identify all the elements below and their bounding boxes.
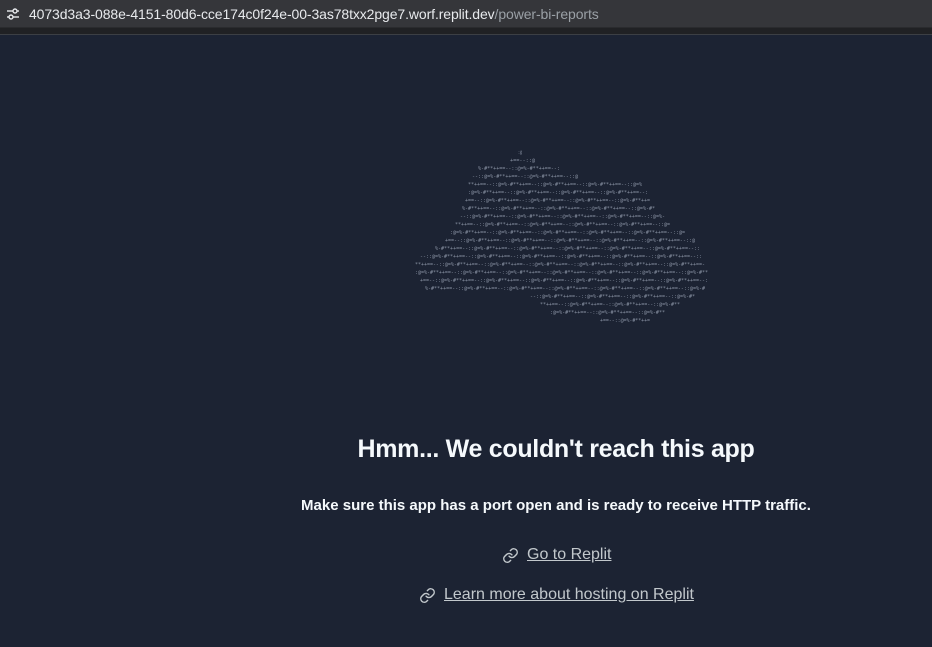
svg-text:%-#**++==--::@=%-#**++==--::@=: %-#**++==--::@=%-#**++==--::@=%-#**++==-… [425, 286, 705, 292]
svg-text::@=%-#**++==--::@=%-#**++==--:: :@=%-#**++==--::@=%-#**++==--::@=%-#**++… [415, 270, 708, 276]
learn-more-hosting-label: Learn more about hosting on Replit [444, 586, 694, 603]
svg-text:+==--::@=%-#**++==--::@=%-#**+: +==--::@=%-#**++==--::@=%-#**++==--::@=%… [420, 278, 708, 284]
go-to-replit-label: Go to Replit [527, 546, 612, 563]
tune-icon[interactable] [2, 3, 24, 25]
link-icon [502, 547, 519, 564]
svg-text:+==--::@=%-#**++=: +==--::@=%-#**++= [600, 318, 650, 324]
go-to-replit-link[interactable]: Go to Replit [502, 546, 611, 564]
svg-text::@=%-#**++==--::@=%-#**++==--:: :@=%-#**++==--::@=%-#**++==--::@=%-#**++… [468, 190, 648, 196]
learn-more-hosting-link[interactable]: Learn more about hosting on Replit [419, 586, 694, 604]
svg-text:**++==--::@=%-#**++==--::@=%-#: **++==--::@=%-#**++==--::@=%-#**++==--::… [415, 262, 705, 268]
ascii-cloud-icon: :@+==--::@%-#**++==--::@=%-#**++==--:--:… [415, 150, 708, 324]
svg-text:+==--::@: +==--::@ [510, 158, 535, 164]
svg-text:**++==--::@=%-#**++==--::@=%-#: **++==--::@=%-#**++==--::@=%-#**++==--::… [540, 302, 680, 308]
svg-text::@: :@ [518, 150, 522, 156]
svg-text:**++==--::@=%-#**++==--::@=%-#: **++==--::@=%-#**++==--::@=%-#**++==--::… [468, 182, 642, 188]
address-bar[interactable]: 4073d3a3-088e-4151-80d6-cce174c0f24e-00-… [0, 0, 932, 28]
svg-text:%-#**++==--::@=%-#**++==--:: %-#**++==--::@=%-#**++==--: [478, 166, 560, 172]
error-heading: Hmm... We couldn't reach this app [357, 435, 755, 463]
svg-text:--::@=%-#**++==--::@=%-#**++==: --::@=%-#**++==--::@=%-#**++==--::@=%-#*… [460, 214, 665, 220]
svg-text:--::@=%-#**++==--::@=%-#**++==: --::@=%-#**++==--::@=%-#**++==--::@=%-#*… [530, 294, 695, 300]
svg-text:+==--::@=%-#**++==--::@=%-#**+: +==--::@=%-#**++==--::@=%-#**++==--::@=%… [465, 198, 650, 204]
svg-text::@=%-#**++==--::@=%-#**++==--:: :@=%-#**++==--::@=%-#**++==--::@=%-#** [550, 310, 665, 316]
url-text[interactable]: 4073d3a3-088e-4151-80d6-cce174c0f24e-00-… [29, 6, 599, 22]
error-message: Make sure this app has a port open and i… [301, 497, 811, 514]
link-icon [419, 587, 436, 604]
url-host: 4073d3a3-088e-4151-80d6-cce174c0f24e-00-… [29, 5, 495, 22]
svg-text:**++==--::@=%-#**++==--::@=%-#: **++==--::@=%-#**++==--::@=%-#**++==--::… [455, 222, 670, 228]
svg-text:+==--::@=%-#**++==--::@=%-#**+: +==--::@=%-#**++==--::@=%-#**++==--::@=%… [445, 238, 695, 244]
svg-text:--::@=%-#**++==--::@=%-#**++==: --::@=%-#**++==--::@=%-#**++==--::@ [472, 174, 578, 180]
svg-text:%-#**++==--::@=%-#**++==--::@=: %-#**++==--::@=%-#**++==--::@=%-#**++==-… [462, 206, 655, 212]
svg-text::@=%-#**++==--::@=%-#**++==--:: :@=%-#**++==--::@=%-#**++==--::@=%-#**++… [450, 230, 685, 236]
svg-text:%-#**++==--::@=%-#**++==--::@=: %-#**++==--::@=%-#**++==--::@=%-#**++==-… [435, 246, 700, 252]
url-path: /power-bi-reports [494, 5, 599, 22]
toolbar-divider [0, 28, 932, 35]
svg-text:--::@=%-#**++==--::@=%-#**++==: --::@=%-#**++==--::@=%-#**++==--::@=%-#*… [420, 254, 702, 260]
